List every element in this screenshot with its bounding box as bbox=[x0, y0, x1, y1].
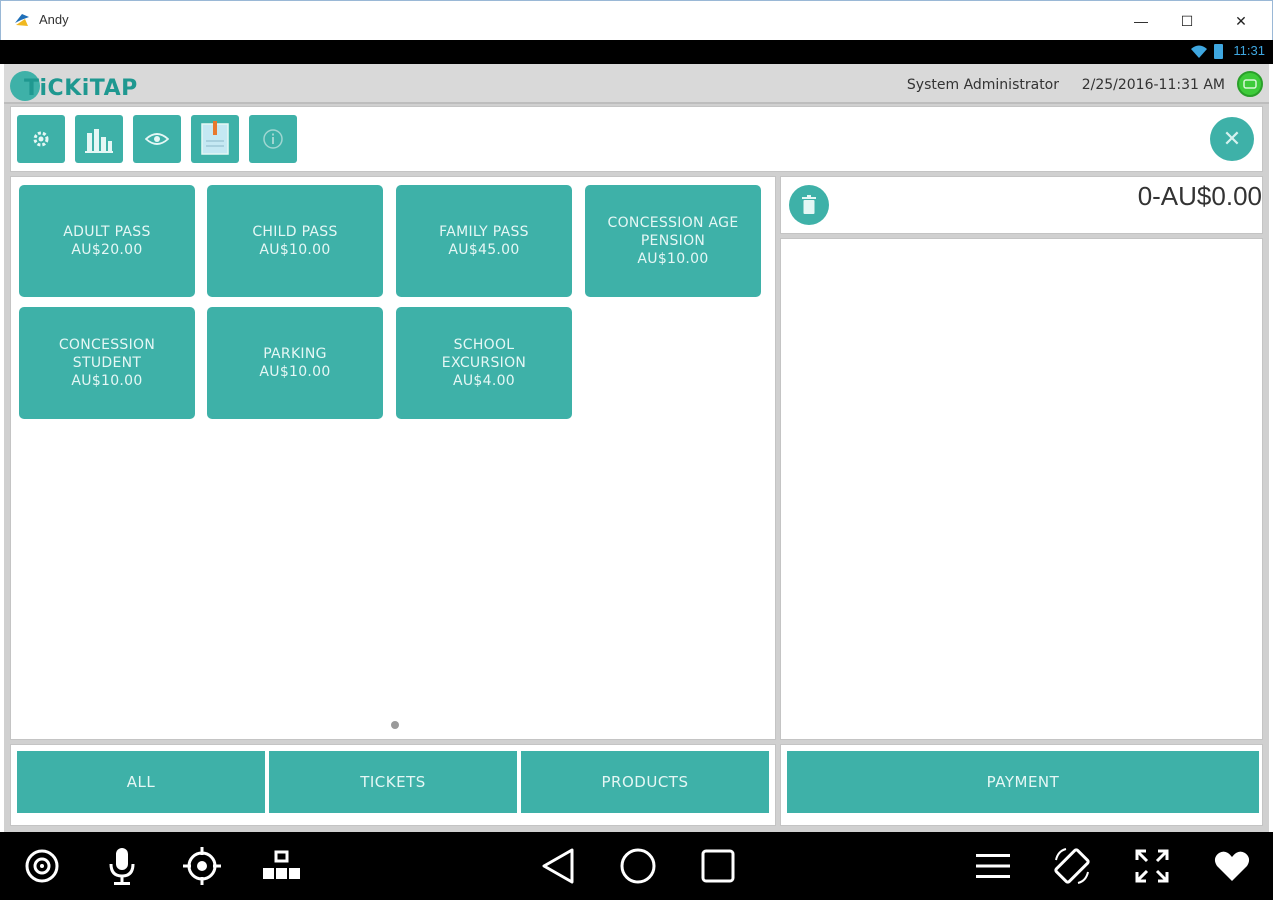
close-session-button[interactable]: ✕ bbox=[1210, 117, 1254, 161]
android-status-bar: 11:31 bbox=[0, 40, 1273, 64]
gear-icon bbox=[33, 131, 49, 147]
product-price: AU$10.00 bbox=[71, 373, 143, 389]
blocks-icon bbox=[263, 850, 300, 879]
payment-bar: PAYMENT bbox=[780, 744, 1263, 826]
eye-icon bbox=[145, 133, 169, 145]
settings-button[interactable] bbox=[17, 115, 65, 163]
product-tile-concession-age-pension[interactable]: CONCESSION AGE PENSION AU$10.00 bbox=[585, 185, 761, 297]
product-price: AU$20.00 bbox=[71, 242, 143, 258]
window-titlebar: Andy — ☐ ✕ bbox=[0, 0, 1273, 40]
product-name: CONCESSION STUDENT bbox=[58, 337, 156, 371]
current-user: System Administrator bbox=[906, 77, 1059, 93]
payment-button[interactable]: PAYMENT bbox=[787, 751, 1259, 813]
page-indicator-dot bbox=[391, 721, 399, 729]
category-filter-bar: ALL TICKETS PRODUCTS bbox=[10, 744, 776, 826]
info-icon bbox=[263, 129, 283, 149]
wifi-icon bbox=[1191, 45, 1207, 58]
emulator-nav-bar bbox=[0, 832, 1273, 900]
view-button[interactable] bbox=[133, 115, 181, 163]
products-panel: ADULT PASS AU$20.00 CHILD PASS AU$10.00 … bbox=[10, 176, 776, 740]
window-title: Andy bbox=[39, 12, 69, 27]
product-tile-concession-student[interactable]: CONCESSION STUDENT AU$10.00 bbox=[19, 307, 195, 419]
camera-button[interactable] bbox=[22, 846, 62, 886]
microphone-icon bbox=[109, 848, 135, 885]
microphone-button[interactable] bbox=[102, 846, 142, 886]
product-price: AU$10.00 bbox=[259, 364, 331, 380]
favorite-button[interactable] bbox=[1212, 846, 1252, 886]
filter-label: ALL bbox=[126, 773, 156, 791]
menu-icon bbox=[976, 854, 1010, 878]
filter-label: PRODUCTS bbox=[601, 773, 689, 791]
fullscreen-button[interactable] bbox=[1132, 846, 1172, 886]
product-tile-child-pass[interactable]: CHILD PASS AU$10.00 bbox=[207, 185, 383, 297]
product-tile-family-pass[interactable]: FAMILY PASS AU$45.00 bbox=[396, 185, 572, 297]
maximize-button[interactable]: ☐ bbox=[1164, 7, 1210, 35]
minimize-icon: — bbox=[1134, 13, 1148, 29]
filter-all-button[interactable]: ALL bbox=[17, 751, 265, 813]
window-close-icon: ✕ bbox=[1235, 12, 1247, 29]
product-name: CHILD PASS bbox=[252, 224, 338, 240]
maximize-icon: ☐ bbox=[1180, 12, 1194, 29]
product-tile-adult-pass[interactable]: ADULT PASS AU$20.00 bbox=[19, 185, 195, 297]
location-target-icon bbox=[183, 847, 221, 885]
report-chart-icon bbox=[85, 129, 113, 153]
product-name: PARKING bbox=[263, 346, 327, 362]
window-close-button[interactable]: ✕ bbox=[1218, 7, 1264, 35]
product-price: AU$10.00 bbox=[637, 251, 709, 267]
product-name: SCHOOL EXCURSION bbox=[441, 337, 527, 371]
ledger-button[interactable] bbox=[191, 115, 239, 163]
recents-button[interactable] bbox=[698, 846, 738, 886]
product-tile-parking[interactable]: PARKING AU$10.00 bbox=[207, 307, 383, 419]
product-name: FAMILY PASS bbox=[439, 224, 529, 240]
tickitap-app: TiCKiTAP System Administrator 2/25/2016-… bbox=[4, 64, 1269, 832]
product-price: AU$10.00 bbox=[259, 242, 331, 258]
product-name: CONCESSION AGE PENSION bbox=[607, 215, 739, 249]
rotate-button[interactable] bbox=[1052, 846, 1092, 886]
menu-button[interactable] bbox=[973, 846, 1013, 886]
heart-icon bbox=[1214, 851, 1250, 881]
product-price: AU$45.00 bbox=[448, 242, 520, 258]
andy-app-icon bbox=[15, 14, 29, 26]
app-header: TiCKiTAP System Administrator 2/25/2016-… bbox=[4, 64, 1269, 104]
toolbar: ✕ bbox=[10, 106, 1263, 172]
back-button[interactable] bbox=[538, 846, 578, 886]
camera-icon bbox=[25, 849, 59, 883]
back-icon bbox=[542, 848, 574, 884]
ledger-book-icon bbox=[201, 121, 229, 155]
clear-cart-button[interactable] bbox=[789, 185, 829, 225]
battery-icon bbox=[1214, 44, 1223, 59]
rotate-icon bbox=[1054, 848, 1090, 884]
payment-label: PAYMENT bbox=[986, 773, 1060, 791]
fullscreen-icon bbox=[1135, 849, 1169, 883]
location-button[interactable] bbox=[182, 846, 222, 886]
info-button[interactable] bbox=[249, 115, 297, 163]
status-time: 11:31 bbox=[1233, 43, 1265, 58]
home-icon bbox=[620, 848, 656, 884]
filter-label: TICKETS bbox=[360, 773, 426, 791]
product-name: ADULT PASS bbox=[63, 224, 151, 240]
trash-icon bbox=[802, 195, 816, 214]
home-button[interactable] bbox=[618, 846, 658, 886]
apps-button[interactable] bbox=[262, 846, 302, 886]
logo-text: TiCKiTAP bbox=[24, 75, 138, 101]
minimize-button[interactable]: — bbox=[1118, 7, 1164, 35]
header-datetime: 2/25/2016-11:31 AM bbox=[1081, 77, 1225, 93]
cart-header: 0-AU$0.00 bbox=[780, 176, 1263, 234]
filter-products-button[interactable]: PRODUCTS bbox=[521, 751, 769, 813]
tickitap-logo: TiCKiTAP bbox=[10, 68, 137, 102]
cart-total: 0-AU$0.00 bbox=[1137, 181, 1262, 211]
reports-button[interactable] bbox=[75, 115, 123, 163]
recents-icon bbox=[701, 849, 735, 883]
cart-items-list[interactable] bbox=[780, 238, 1263, 740]
filter-tickets-button[interactable]: TICKETS bbox=[269, 751, 517, 813]
product-price: AU$4.00 bbox=[452, 373, 515, 389]
product-tile-school-excursion[interactable]: SCHOOL EXCURSION AU$4.00 bbox=[396, 307, 572, 419]
online-status-icon[interactable] bbox=[1237, 71, 1263, 97]
close-icon: ✕ bbox=[1222, 126, 1242, 152]
